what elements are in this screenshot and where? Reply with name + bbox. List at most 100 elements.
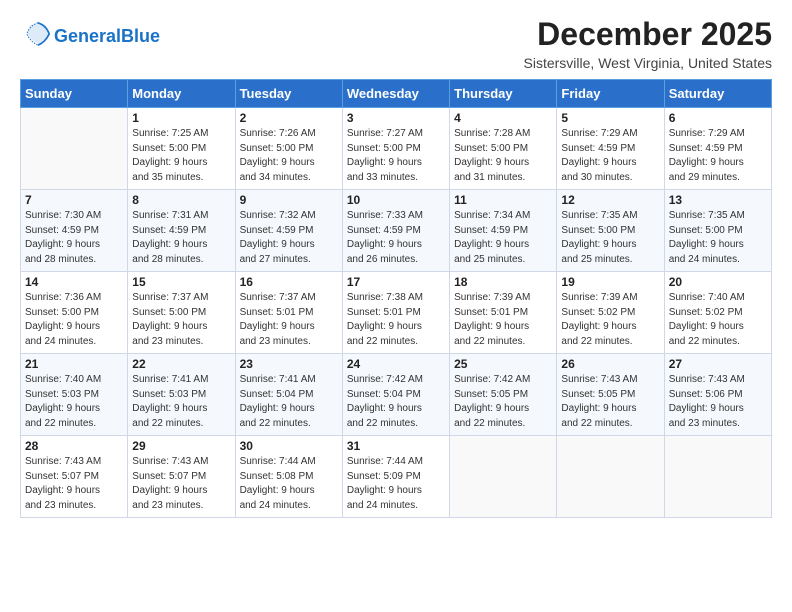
calendar-cell: 7 Sunrise: 7:30 AMSunset: 4:59 PMDaylight… [21,190,128,272]
day-info: Sunrise: 7:25 AMSunset: 5:00 PMDaylight:… [132,127,230,185]
day-number: 25 [454,357,552,371]
day-info: Sunrise: 7:39 AMSunset: 5:02 PMDaylight:… [561,291,659,349]
calendar-cell: 25 Sunrise: 7:42 AMSunset: 5:05 PMDayligh… [450,354,557,436]
day-info: Sunrise: 7:43 AMSunset: 5:07 PMDaylight:… [25,455,123,513]
calendar-week-row: 21 Sunrise: 7:40 AMSunset: 5:03 PMDayligh… [21,354,772,436]
day-number: 6 [669,111,767,125]
day-number: 20 [669,275,767,289]
calendar-cell [557,436,664,518]
calendar-cell: 8Sunrise: 7:31 AMSunset: 4:59 PMDaylight… [128,190,235,272]
day-info: Sunrise: 7:37 AMSunset: 5:01 PMDaylight:… [240,291,338,349]
calendar-day-header: Friday [557,80,664,108]
day-number: 9 [240,193,338,207]
day-number: 24 [347,357,445,371]
day-info: Sunrise: 7:30 AMSunset: 4:59 PMDaylight:… [25,209,123,267]
day-info: Sunrise: 7:35 AMSunset: 5:00 PMDaylight:… [561,209,659,267]
calendar-day-header: Monday [128,80,235,108]
day-number: 14 [25,275,123,289]
day-info: Sunrise: 7:42 AMSunset: 5:04 PMDaylight:… [347,373,445,431]
day-info: Sunrise: 7:44 AMSunset: 5:09 PMDaylight:… [347,455,445,513]
calendar-day-header: Tuesday [235,80,342,108]
calendar-cell: 11 Sunrise: 7:34 AMSunset: 4:59 PMDayligh… [450,190,557,272]
calendar-cell [21,108,128,190]
day-number: 31 [347,439,445,453]
calendar-cell: 19Sunrise: 7:39 AMSunset: 5:02 PMDayligh… [557,272,664,354]
calendar-cell: 5 Sunrise: 7:29 AMSunset: 4:59 PMDaylight… [557,108,664,190]
calendar-week-row: 14Sunrise: 7:36 AMSunset: 5:00 PMDayligh… [21,272,772,354]
calendar-cell: 22 Sunrise: 7:41 AMSunset: 5:03 PMDayligh… [128,354,235,436]
day-info: Sunrise: 7:40 AMSunset: 5:03 PMDaylight:… [25,373,123,431]
calendar-cell: 10Sunrise: 7:33 AMSunset: 4:59 PMDayligh… [342,190,449,272]
day-number: 4 [454,111,552,125]
calendar-cell: 1 Sunrise: 7:25 AMSunset: 5:00 PMDaylight… [128,108,235,190]
day-info: Sunrise: 7:43 AMSunset: 5:05 PMDaylight:… [561,373,659,431]
calendar-cell: 13Sunrise: 7:35 AMSunset: 5:00 PMDayligh… [664,190,771,272]
calendar-cell: 17Sunrise: 7:38 AMSunset: 5:01 PMDayligh… [342,272,449,354]
day-info: Sunrise: 7:41 AMSunset: 5:03 PMDaylight:… [132,373,230,431]
day-info: Sunrise: 7:42 AMSunset: 5:05 PMDaylight:… [454,373,552,431]
day-number: 11 [454,193,552,207]
calendar-day-header: Sunday [21,80,128,108]
logo-blue: Blue [121,26,160,46]
calendar-cell: 28 Sunrise: 7:43 AMSunset: 5:07 PMDayligh… [21,436,128,518]
calendar-cell: 20 Sunrise: 7:40 AMSunset: 5:02 PMDayligh… [664,272,771,354]
day-number: 15 [132,275,230,289]
calendar-cell: 3 Sunrise: 7:27 AMSunset: 5:00 PMDaylight… [342,108,449,190]
location-subtitle: Sistersville, West Virginia, United Stat… [524,55,772,71]
calendar-table: SundayMondayTuesdayWednesdayThursdayFrid… [20,79,772,518]
day-number: 21 [25,357,123,371]
day-number: 8 [132,193,230,207]
day-info: Sunrise: 7:43 AMSunset: 5:06 PMDaylight:… [669,373,767,431]
calendar-cell: 27Sunrise: 7:43 AMSunset: 5:06 PMDayligh… [664,354,771,436]
calendar-day-header: Wednesday [342,80,449,108]
header: GeneralBlue December 2025 Sistersville, … [20,16,772,71]
day-number: 23 [240,357,338,371]
calendar-cell: 9Sunrise: 7:32 AMSunset: 4:59 PMDaylight… [235,190,342,272]
day-info: Sunrise: 7:26 AMSunset: 5:00 PMDaylight:… [240,127,338,185]
logo-text-line1: GeneralBlue [54,27,160,47]
calendar-day-header: Thursday [450,80,557,108]
day-number: 10 [347,193,445,207]
calendar-cell: 31 Sunrise: 7:44 AMSunset: 5:09 PMDayligh… [342,436,449,518]
calendar-cell: 26 Sunrise: 7:43 AMSunset: 5:05 PMDayligh… [557,354,664,436]
day-info: Sunrise: 7:40 AMSunset: 5:02 PMDaylight:… [669,291,767,349]
day-number: 5 [561,111,659,125]
title-block: December 2025 Sistersville, West Virgini… [524,16,772,71]
calendar-cell: 2 Sunrise: 7:26 AMSunset: 5:00 PMDaylight… [235,108,342,190]
calendar-header-row: SundayMondayTuesdayWednesdayThursdayFrid… [21,80,772,108]
day-info: Sunrise: 7:43 AMSunset: 5:07 PMDaylight:… [132,455,230,513]
calendar-cell [450,436,557,518]
logo: GeneralBlue [20,20,160,53]
day-number: 3 [347,111,445,125]
logo-icon [24,20,52,48]
day-number: 22 [132,357,230,371]
calendar-cell: 12 Sunrise: 7:35 AMSunset: 5:00 PMDayligh… [557,190,664,272]
calendar-cell: 4 Sunrise: 7:28 AMSunset: 5:00 PMDaylight… [450,108,557,190]
day-number: 1 [132,111,230,125]
calendar-cell: 24 Sunrise: 7:42 AMSunset: 5:04 PMDayligh… [342,354,449,436]
calendar-cell: 14Sunrise: 7:36 AMSunset: 5:00 PMDayligh… [21,272,128,354]
calendar-cell: 23 Sunrise: 7:41 AMSunset: 5:04 PMDayligh… [235,354,342,436]
calendar-cell: 15 Sunrise: 7:37 AMSunset: 5:00 PMDayligh… [128,272,235,354]
day-info: Sunrise: 7:41 AMSunset: 5:04 PMDaylight:… [240,373,338,431]
day-number: 26 [561,357,659,371]
day-number: 7 [25,193,123,207]
day-number: 29 [132,439,230,453]
calendar-cell: 21 Sunrise: 7:40 AMSunset: 5:03 PMDayligh… [21,354,128,436]
day-number: 28 [25,439,123,453]
calendar-cell: 30Sunrise: 7:44 AMSunset: 5:08 PMDayligh… [235,436,342,518]
day-number: 17 [347,275,445,289]
day-info: Sunrise: 7:34 AMSunset: 4:59 PMDaylight:… [454,209,552,267]
calendar-cell: 18Sunrise: 7:39 AMSunset: 5:01 PMDayligh… [450,272,557,354]
month-title: December 2025 [524,16,772,53]
day-info: Sunrise: 7:37 AMSunset: 5:00 PMDaylight:… [132,291,230,349]
calendar-cell [664,436,771,518]
calendar-cell: 29 Sunrise: 7:43 AMSunset: 5:07 PMDayligh… [128,436,235,518]
day-number: 2 [240,111,338,125]
calendar-cell: 16Sunrise: 7:37 AMSunset: 5:01 PMDayligh… [235,272,342,354]
day-info: Sunrise: 7:28 AMSunset: 5:00 PMDaylight:… [454,127,552,185]
day-info: Sunrise: 7:27 AMSunset: 5:00 PMDaylight:… [347,127,445,185]
day-info: Sunrise: 7:29 AMSunset: 4:59 PMDaylight:… [561,127,659,185]
day-number: 12 [561,193,659,207]
page-container: GeneralBlue December 2025 Sistersville, … [0,0,792,528]
